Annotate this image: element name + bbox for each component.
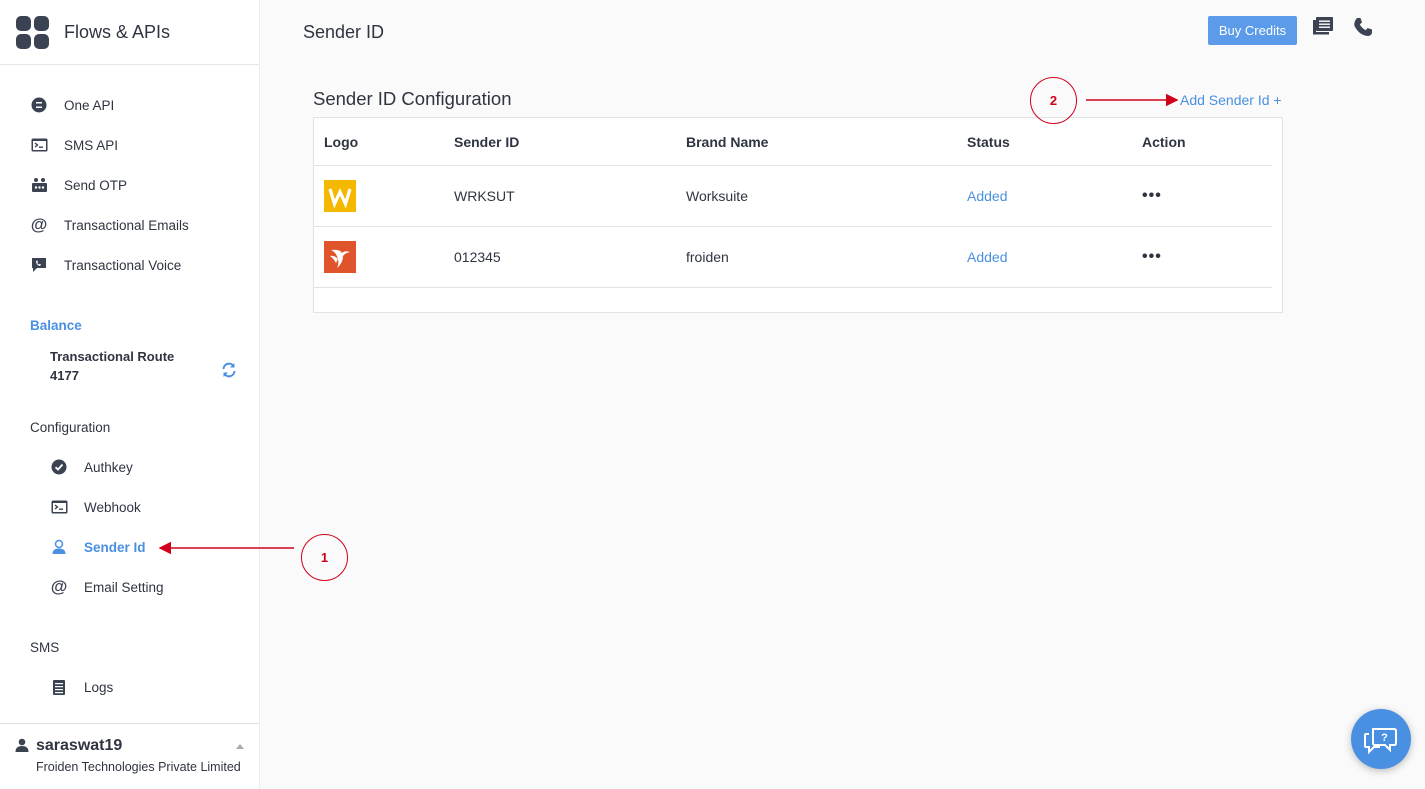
check-badge-icon bbox=[50, 458, 68, 476]
svg-text:?: ? bbox=[1381, 732, 1388, 744]
nav-item-sms-api[interactable]: SMS API bbox=[30, 136, 118, 154]
balance-route: Transactional Route 4177 bbox=[50, 347, 174, 385]
table-row: 012345 froiden Added ••• bbox=[314, 227, 1272, 288]
nav-item-logs[interactable]: Logs bbox=[50, 678, 113, 696]
sidebar: Flows & APIs One API SMS API Send OTP @ … bbox=[0, 0, 260, 789]
column-header-sender-id: Sender ID bbox=[454, 133, 520, 150]
nav-item-transactional-emails[interactable]: @ Transactional Emails bbox=[30, 215, 189, 234]
nav-item-send-otp[interactable]: Send OTP bbox=[30, 176, 127, 194]
nav-item-authkey[interactable]: Authkey bbox=[50, 458, 133, 476]
brand-name-cell: froiden bbox=[686, 249, 729, 265]
froiden-logo bbox=[324, 227, 356, 287]
nav-item-sender-id[interactable]: Sender Id bbox=[50, 538, 146, 556]
user-org: Froiden Technologies Private Limited bbox=[36, 760, 241, 774]
nav-label: Email Setting bbox=[84, 579, 164, 595]
sender-id-cell: WRKSUT bbox=[454, 188, 515, 204]
phone-icon[interactable] bbox=[1353, 17, 1375, 39]
sender-id-cell: 012345 bbox=[454, 249, 501, 265]
balance-route-value: 4177 bbox=[50, 368, 79, 383]
nav-item-transactional-voice[interactable]: Transactional Voice bbox=[30, 256, 181, 274]
status-cell: Added bbox=[967, 188, 1008, 204]
column-header-logo: Logo bbox=[324, 133, 359, 150]
sms-title: SMS bbox=[30, 640, 60, 655]
sms-api-icon bbox=[30, 136, 48, 154]
table-row: WRKSUT Worksuite Added ••• bbox=[314, 166, 1272, 227]
chat-help-icon: ? bbox=[1364, 728, 1397, 755]
column-header-action: Action bbox=[1142, 133, 1186, 150]
brand-header: Flows & APIs bbox=[0, 0, 259, 65]
at-icon: @ bbox=[30, 215, 48, 234]
nav-label: Authkey bbox=[84, 459, 133, 475]
nav-item-one-api[interactable]: One API bbox=[30, 96, 114, 114]
nav-label: Transactional Emails bbox=[64, 217, 189, 233]
apps-grid-icon[interactable] bbox=[16, 15, 49, 49]
row-actions-icon[interactable]: ••• bbox=[1142, 227, 1162, 287]
page-title: Sender ID bbox=[303, 22, 385, 42]
column-header-brand-name: Brand Name bbox=[686, 133, 769, 150]
annotation-marker-1: 1 bbox=[301, 534, 348, 581]
caret-up-icon[interactable] bbox=[236, 744, 244, 749]
column-header-status: Status bbox=[967, 133, 1010, 150]
nav-label: Send OTP bbox=[64, 177, 128, 193]
user-icon bbox=[15, 738, 29, 752]
api-icon bbox=[30, 96, 48, 114]
user-badge-icon bbox=[50, 538, 68, 556]
at-icon: @ bbox=[50, 577, 68, 596]
balance-route-label: Transactional Route bbox=[50, 349, 175, 364]
table-header-row: Logo Sender ID Brand Name Status Action bbox=[314, 118, 1272, 166]
nav-label: Logs bbox=[84, 679, 114, 695]
nav-item-webhook[interactable]: Webhook bbox=[50, 498, 141, 516]
documentation-icon[interactable] bbox=[1313, 17, 1335, 39]
nav-item-email-setting[interactable]: @ Email Setting bbox=[50, 577, 164, 596]
voice-icon bbox=[30, 256, 48, 274]
status-cell: Added bbox=[967, 249, 1008, 265]
worksuite-logo bbox=[324, 166, 356, 226]
user-name: saraswat19 bbox=[36, 737, 123, 754]
nav-label: Transactional Voice bbox=[64, 257, 182, 273]
chat-support-button[interactable]: ? bbox=[1351, 709, 1411, 769]
card-title: Sender ID Configuration bbox=[313, 88, 512, 109]
add-sender-id-link[interactable]: Add Sender Id + bbox=[1180, 92, 1282, 108]
user-bar[interactable]: saraswat19 Froiden Technologies Private … bbox=[0, 723, 259, 789]
row-actions-icon[interactable]: ••• bbox=[1142, 166, 1162, 226]
buy-credits-button[interactable]: Buy Credits bbox=[1208, 16, 1297, 45]
logs-icon bbox=[50, 678, 68, 696]
balance-title: Balance bbox=[30, 318, 82, 333]
brand-name-cell: Worksuite bbox=[686, 188, 748, 204]
configuration-title: Configuration bbox=[30, 420, 111, 435]
nav-label: Webhook bbox=[84, 499, 141, 515]
nav-label: One API bbox=[64, 97, 115, 113]
refresh-icon[interactable] bbox=[221, 362, 237, 378]
nav-label: Sender Id bbox=[84, 539, 146, 555]
nav-label: SMS API bbox=[64, 137, 119, 153]
terminal-icon bbox=[50, 498, 68, 516]
app-title: Flows & APIs bbox=[64, 21, 171, 42]
sender-id-table: Logo Sender ID Brand Name Status Action … bbox=[313, 117, 1283, 313]
annotation-marker-2: 2 bbox=[1030, 77, 1077, 124]
otp-icon bbox=[30, 176, 48, 194]
